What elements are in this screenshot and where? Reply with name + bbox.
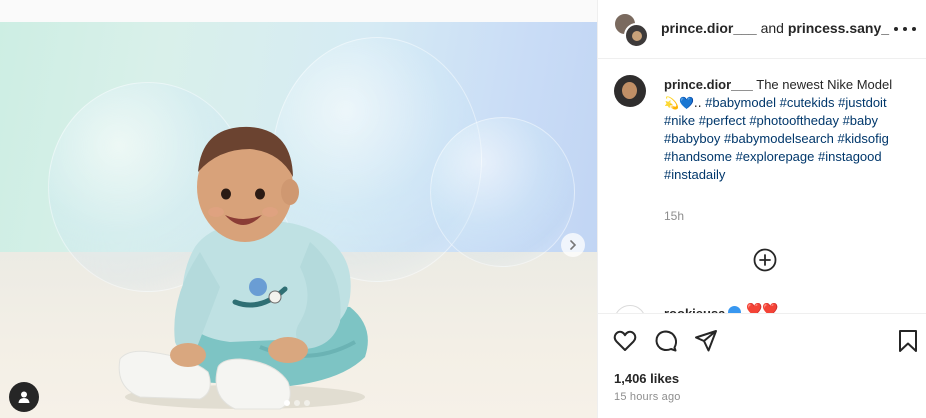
- post-timestamp[interactable]: 15 hours ago: [614, 391, 681, 403]
- post-header: prince.dior___ and princess.sany_: [598, 0, 926, 59]
- collab-avatars[interactable]: [613, 12, 649, 48]
- hashtag[interactable]: #handsome: [664, 149, 732, 164]
- carousel-indicators: [284, 400, 310, 406]
- comments-scroll-area[interactable]: prince.dior___ The newest Nike Model 💫💙.…: [598, 60, 926, 313]
- more-dots-icon: [903, 27, 907, 31]
- carousel-dot: [304, 400, 310, 406]
- hashtag[interactable]: #photooftheday: [749, 113, 839, 128]
- media-top-strip: [0, 0, 597, 22]
- verified-badge-icon: [728, 306, 741, 313]
- hashtag[interactable]: #baby: [843, 113, 878, 128]
- post-actions: 1,406 likes 15 hours ago: [598, 313, 926, 418]
- more-dots-icon: [912, 27, 916, 31]
- header-joiner: and: [760, 20, 784, 36]
- hashtag[interactable]: #explorepage: [736, 149, 815, 164]
- hashtag[interactable]: #babymodel: [705, 95, 776, 110]
- share-icon[interactable]: [693, 328, 719, 354]
- post-side-panel: prince.dior___ and princess.sany_ prince…: [597, 0, 926, 418]
- comment-icon[interactable]: [653, 328, 679, 354]
- baby-illustration: [118, 126, 368, 410]
- like-count[interactable]: 1,406 likes: [614, 371, 679, 386]
- hashtag[interactable]: #nike: [664, 113, 695, 128]
- plus-circle-icon[interactable]: [753, 248, 777, 272]
- carousel-dot: [294, 400, 300, 406]
- carousel-dot: [284, 400, 290, 406]
- comment-hearts: ❤️❤️: [746, 303, 779, 313]
- tagged-users-button[interactable]: [9, 382, 39, 412]
- post-photo[interactable]: [0, 22, 597, 418]
- caption-username[interactable]: prince.dior___: [664, 77, 753, 92]
- next-slide-button[interactable]: [561, 233, 585, 257]
- hashtag[interactable]: #babyboy: [664, 131, 720, 146]
- comment-preview: rookieusa ❤️❤️: [612, 302, 912, 313]
- post-caption: prince.dior___ The newest Nike Model 💫💙.…: [664, 76, 909, 184]
- more-dots-icon: [894, 27, 898, 31]
- caption-text: The newest Nike Model: [756, 77, 893, 92]
- post-media: [0, 0, 597, 418]
- hashtag[interactable]: #babymodelsearch: [724, 131, 834, 146]
- chevron-right-icon: [570, 240, 577, 250]
- comment-username[interactable]: rookieusa: [664, 306, 725, 313]
- caption-time[interactable]: 15h: [664, 209, 684, 223]
- hashtag[interactable]: #kidsofig: [838, 131, 889, 146]
- hashtag[interactable]: #perfect: [699, 113, 746, 128]
- header-user-1[interactable]: prince.dior___: [661, 20, 757, 36]
- hashtag[interactable]: #instagood: [818, 149, 882, 164]
- header-user-2[interactable]: princess.sany_: [788, 20, 889, 36]
- avatar: [624, 23, 649, 48]
- hashtag[interactable]: #justdoit: [838, 95, 886, 110]
- user-tag-icon: [18, 391, 30, 403]
- photo-bubble: [430, 117, 575, 267]
- more-options-button[interactable]: [894, 20, 916, 38]
- heart-icon[interactable]: [612, 328, 638, 354]
- hashtag[interactable]: #instadaily: [664, 167, 725, 182]
- caption-avatar[interactable]: [614, 75, 646, 107]
- bookmark-icon[interactable]: [895, 328, 921, 354]
- header-usernames: prince.dior___ and princess.sany_: [661, 20, 889, 36]
- caption-emojis: 💫💙..: [664, 96, 702, 110]
- hashtag[interactable]: #cutekids: [780, 95, 835, 110]
- comment-avatar[interactable]: [614, 305, 646, 313]
